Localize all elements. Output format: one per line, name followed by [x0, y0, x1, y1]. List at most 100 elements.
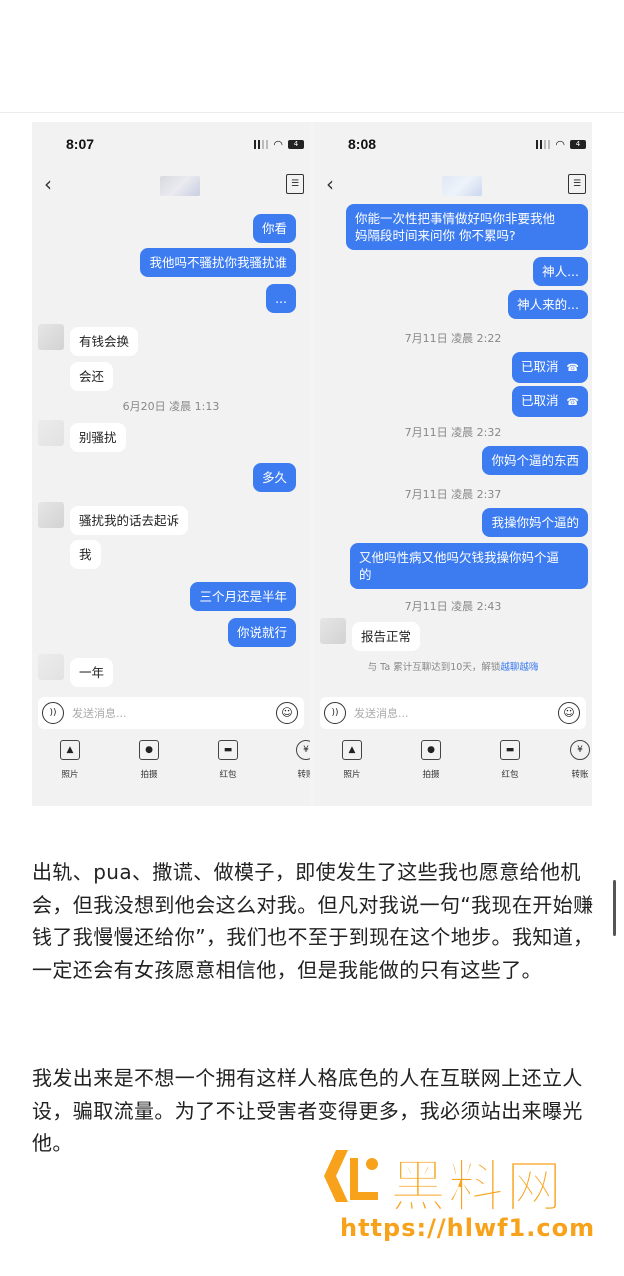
recalled-call-bubble: 已取消 ☎: [512, 352, 588, 383]
contact-avatar: [38, 654, 64, 680]
tool-label: 照片: [343, 770, 361, 780]
transfer-tool[interactable]: ¥ 转账: [286, 740, 310, 780]
message-bubble-sent: 你能一次性把事情做好吗你非要我他 妈隔段时间来问你 你不累吗?: [346, 204, 588, 250]
message-bubble-sent: 我操你妈个逼的: [482, 508, 588, 537]
message-input-bar[interactable]: )) 发送消息... ☺: [38, 697, 304, 729]
photo-tool[interactable]: ▲ 照片: [50, 740, 90, 780]
message-text-line: 你能一次性把事情做好吗你非要我他: [355, 211, 556, 226]
message-bubble-received: 会还: [70, 362, 114, 391]
battery-icon: 4: [288, 140, 304, 149]
message-bubble-received: 我: [70, 540, 101, 569]
watermark-url: https://hlwf1.com: [340, 1214, 596, 1242]
watermark-title: 黑料网: [390, 1155, 564, 1221]
contact-name-blurred: [160, 176, 200, 196]
photo-icon: ▲: [342, 740, 362, 760]
wifi-icon: ◠: [555, 138, 565, 151]
red-packet-tool[interactable]: ▬ 红包: [490, 740, 530, 780]
message-timestamp: 7月11日 凌晨 2:32: [404, 426, 502, 439]
status-time: 8:08: [348, 136, 377, 152]
wifi-icon: ◠: [273, 138, 283, 151]
contact-avatar: [38, 502, 64, 528]
system-notice: 与 Ta 累计互聊达到10天，解锁越聊越嗨: [314, 659, 592, 673]
left-phone-screenshot: 8:07 ◠ 4 ‹ ☰ 你看 我他吗不骚扰你我骚扰谁 ... 有钱会换 会还 …: [32, 122, 310, 806]
message-bubble-received: 别骚扰: [70, 423, 126, 452]
contact-avatar: [38, 420, 64, 446]
tool-label: 转账: [297, 770, 310, 780]
message-text-line: 又他吗性病又他吗欠钱我操你妈个逼: [359, 550, 560, 565]
hangup-icon: ☎: [566, 397, 579, 408]
message-bubble-sent: 你妈个逼的东西: [482, 446, 588, 475]
contact-name-blurred: [442, 176, 482, 196]
camera-tool[interactable]: ● 拍摄: [129, 740, 169, 780]
photo-tool[interactable]: ▲ 照片: [332, 740, 372, 780]
tool-label: 红包: [501, 770, 519, 780]
back-arrow-icon[interactable]: ‹: [44, 172, 52, 196]
message-timestamp: 7月11日 凌晨 2:43: [404, 600, 502, 613]
message-text-line: 妈隔段时间来问你 你不累吗?: [355, 228, 516, 243]
emoji-icon[interactable]: ☺: [558, 702, 580, 724]
message-bubble-sent: 三个月还是半年: [190, 582, 296, 611]
tool-label: 红包: [219, 770, 237, 780]
emoji-icon[interactable]: ☺: [276, 702, 298, 724]
camera-icon: ●: [139, 740, 159, 760]
message-text: 已取消: [521, 393, 559, 408]
message-bubble-sent: 多久: [252, 463, 296, 492]
voice-icon[interactable]: )): [42, 702, 64, 724]
camera-tool[interactable]: ● 拍摄: [411, 740, 451, 780]
camera-icon: ●: [421, 740, 441, 760]
tool-label: 拍摄: [422, 770, 440, 780]
tool-label: 拍摄: [140, 770, 158, 780]
voice-icon[interactable]: )): [324, 702, 346, 724]
chat-settings-icon[interactable]: ☰: [286, 174, 304, 194]
contact-avatar: [38, 324, 64, 350]
red-packet-icon: ▬: [218, 740, 238, 760]
transfer-icon: ¥: [570, 740, 590, 760]
scrollbar[interactable]: [613, 880, 616, 936]
message-bubble-sent: 又他吗性病又他吗欠钱我操你妈个逼 的: [350, 543, 588, 589]
message-bubble-received: 骚扰我的话去起诉: [70, 506, 189, 535]
status-time: 8:07: [66, 136, 95, 152]
hangup-icon: ☎: [566, 363, 579, 374]
chat-settings-icon[interactable]: ☰: [568, 174, 586, 194]
notice-link[interactable]: 越聊越嗨: [500, 662, 538, 673]
message-input-placeholder[interactable]: 发送消息...: [354, 705, 409, 721]
transfer-icon: ¥: [296, 740, 310, 760]
message-input-placeholder[interactable]: 发送消息...: [72, 705, 127, 721]
message-bubble-received: 有钱会换: [70, 327, 139, 356]
message-bubble-received: 一年: [70, 658, 114, 687]
article-paragraph-1: 出轨、pua、撒谎、做模子，即使发生了这些我也愿意给他机会，但我没想到他会这么对…: [32, 860, 594, 982]
chat-toolbar: ▲ 照片 ● 拍摄 ▬ 红包 ¥ 转账: [314, 740, 592, 800]
message-bubble-sent: 我他吗不骚扰你我骚扰谁: [140, 248, 296, 277]
signal-icon: [254, 140, 269, 149]
right-phone-screenshot: 8:08 ◠ 4 ‹ ☰ 你能一次性把事情做好吗你非要我他 妈隔段时间来问你 你…: [314, 122, 592, 806]
battery-icon: 4: [570, 140, 586, 149]
back-arrow-icon[interactable]: ‹: [326, 172, 334, 196]
contact-avatar: [320, 618, 346, 644]
chat-header: ‹ ☰: [314, 172, 592, 200]
message-bubble-sent: 神人...: [533, 257, 588, 286]
transfer-tool[interactable]: ¥ 转账: [560, 740, 592, 780]
message-timestamp: 7月11日 凌晨 2:22: [404, 332, 502, 345]
top-bar: [0, 0, 624, 113]
message-bubble-received: 报告正常: [352, 622, 421, 651]
red-packet-tool[interactable]: ▬ 红包: [208, 740, 248, 780]
message-input-bar[interactable]: )) 发送消息... ☺: [320, 697, 586, 729]
notice-text: 与 Ta 累计互聊达到10天，解锁: [367, 662, 501, 673]
chat-toolbar: ▲ 照片 ● 拍摄 ▬ 红包 ¥ 转账: [32, 740, 310, 800]
message-bubble-sent: 你看: [252, 214, 296, 243]
message-text: 已取消: [521, 359, 559, 374]
signal-icon: [536, 140, 551, 149]
photo-icon: ▲: [60, 740, 80, 760]
watermark-logo-icon: [324, 1150, 378, 1202]
chat-header: ‹ ☰: [32, 172, 310, 200]
recalled-call-bubble: 已取消 ☎: [512, 386, 588, 417]
red-packet-icon: ▬: [500, 740, 520, 760]
message-timestamp: 6月20日 凌晨 1:13: [122, 400, 220, 413]
message-timestamp: 7月11日 凌晨 2:37: [404, 488, 502, 501]
status-indicators: ◠ 4: [536, 138, 586, 151]
message-bubble-sent: 神人来的...: [508, 290, 588, 319]
status-indicators: ◠ 4: [254, 138, 304, 151]
tool-label: 转账: [571, 770, 589, 780]
tool-label: 照片: [61, 770, 79, 780]
message-bubble-sent: 你说就行: [227, 618, 296, 647]
